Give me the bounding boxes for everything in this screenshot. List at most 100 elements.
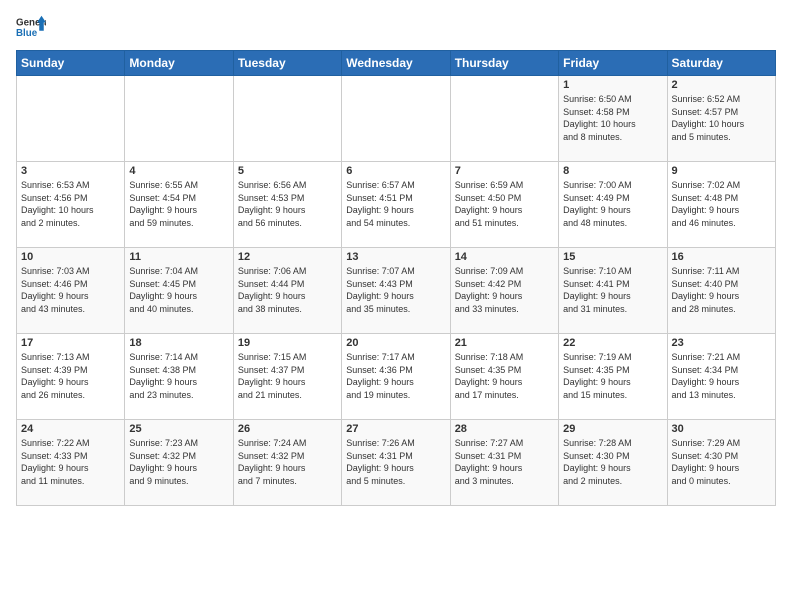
day-number: 3	[21, 165, 120, 177]
day-cell: 22 Sunrise: 7:19 AM Sunset: 4:35 PM Dayli…	[559, 334, 667, 420]
day-cell: 5 Sunrise: 6:56 AM Sunset: 4:53 PM Daylig…	[233, 162, 341, 248]
day-cell: 24 Sunrise: 7:22 AM Sunset: 4:33 PM Dayli…	[17, 420, 125, 506]
header-row: SundayMondayTuesdayWednesdayThursdayFrid…	[17, 51, 776, 76]
day-info: Sunrise: 7:29 AM Sunset: 4:30 PM Dayligh…	[672, 437, 771, 487]
day-info: Sunrise: 6:50 AM Sunset: 4:58 PM Dayligh…	[563, 93, 662, 143]
day-cell: 12 Sunrise: 7:06 AM Sunset: 4:44 PM Dayli…	[233, 248, 341, 334]
day-cell	[342, 76, 450, 162]
day-cell: 19Sunrise: 7:15 AM Sunset: 4:37 PM Dayli…	[233, 334, 341, 420]
day-info: Sunrise: 7:02 AM Sunset: 4:48 PM Dayligh…	[672, 179, 771, 229]
day-number: 9	[672, 165, 771, 177]
day-number: 28	[455, 423, 554, 435]
day-number: 8	[563, 165, 662, 177]
day-cell: 25 Sunrise: 7:23 AM Sunset: 4:32 PM Dayli…	[125, 420, 233, 506]
day-cell: 20 Sunrise: 7:17 AM Sunset: 4:36 PM Dayli…	[342, 334, 450, 420]
day-cell: 29 Sunrise: 7:28 AM Sunset: 4:30 PM Dayli…	[559, 420, 667, 506]
week-row-5: 24 Sunrise: 7:22 AM Sunset: 4:33 PM Dayli…	[17, 420, 776, 506]
day-info: Sunrise: 7:00 AM Sunset: 4:49 PM Dayligh…	[563, 179, 662, 229]
day-cell: 11 Sunrise: 7:04 AM Sunset: 4:45 PM Dayli…	[125, 248, 233, 334]
day-info: Sunrise: 7:13 AM Sunset: 4:39 PM Dayligh…	[21, 351, 120, 401]
day-cell: 18 Sunrise: 7:14 AM Sunset: 4:38 PM Dayli…	[125, 334, 233, 420]
day-info: Sunrise: 7:24 AM Sunset: 4:32 PM Dayligh…	[238, 437, 337, 487]
day-info: Sunrise: 7:23 AM Sunset: 4:32 PM Dayligh…	[129, 437, 228, 487]
day-number: 21	[455, 337, 554, 349]
day-cell: 23 Sunrise: 7:21 AM Sunset: 4:34 PM Dayli…	[667, 334, 775, 420]
day-header-thursday: Thursday	[450, 51, 558, 76]
day-number: 19	[238, 337, 337, 349]
day-number: 7	[455, 165, 554, 177]
day-number: 18	[129, 337, 228, 349]
week-row-1: 1 Sunrise: 6:50 AM Sunset: 4:58 PM Daylig…	[17, 76, 776, 162]
day-number: 16	[672, 251, 771, 263]
day-number: 23	[672, 337, 771, 349]
day-number: 20	[346, 337, 445, 349]
day-number: 1	[563, 79, 662, 91]
day-cell: 16 Sunrise: 7:11 AM Sunset: 4:40 PM Dayli…	[667, 248, 775, 334]
day-number: 22	[563, 337, 662, 349]
day-cell: 26Sunrise: 7:24 AM Sunset: 4:32 PM Dayli…	[233, 420, 341, 506]
day-info: Sunrise: 6:59 AM Sunset: 4:50 PM Dayligh…	[455, 179, 554, 229]
day-info: Sunrise: 7:28 AM Sunset: 4:30 PM Dayligh…	[563, 437, 662, 487]
day-info: Sunrise: 7:11 AM Sunset: 4:40 PM Dayligh…	[672, 265, 771, 315]
day-cell: 15Sunrise: 7:10 AM Sunset: 4:41 PM Dayli…	[559, 248, 667, 334]
day-number: 17	[21, 337, 120, 349]
header: General Blue	[16, 12, 776, 42]
day-number: 6	[346, 165, 445, 177]
day-number: 24	[21, 423, 120, 435]
day-info: Sunrise: 7:19 AM Sunset: 4:35 PM Dayligh…	[563, 351, 662, 401]
day-header-friday: Friday	[559, 51, 667, 76]
day-info: Sunrise: 7:14 AM Sunset: 4:38 PM Dayligh…	[129, 351, 228, 401]
day-header-sunday: Sunday	[17, 51, 125, 76]
day-cell	[233, 76, 341, 162]
day-info: Sunrise: 7:26 AM Sunset: 4:31 PM Dayligh…	[346, 437, 445, 487]
day-cell: 4 Sunrise: 6:55 AM Sunset: 4:54 PM Daylig…	[125, 162, 233, 248]
day-header-tuesday: Tuesday	[233, 51, 341, 76]
day-number: 13	[346, 251, 445, 263]
day-cell: 27 Sunrise: 7:26 AM Sunset: 4:31 PM Dayli…	[342, 420, 450, 506]
day-number: 2	[672, 79, 771, 91]
day-cell	[450, 76, 558, 162]
day-cell: 7 Sunrise: 6:59 AM Sunset: 4:50 PM Daylig…	[450, 162, 558, 248]
day-info: Sunrise: 7:17 AM Sunset: 4:36 PM Dayligh…	[346, 351, 445, 401]
day-info: Sunrise: 6:55 AM Sunset: 4:54 PM Dayligh…	[129, 179, 228, 229]
day-cell: 9 Sunrise: 7:02 AM Sunset: 4:48 PM Daylig…	[667, 162, 775, 248]
day-number: 11	[129, 251, 228, 263]
day-info: Sunrise: 6:53 AM Sunset: 4:56 PM Dayligh…	[21, 179, 120, 229]
logo-svg: General Blue	[16, 12, 46, 42]
day-cell	[125, 76, 233, 162]
day-info: Sunrise: 6:56 AM Sunset: 4:53 PM Dayligh…	[238, 179, 337, 229]
day-info: Sunrise: 7:21 AM Sunset: 4:34 PM Dayligh…	[672, 351, 771, 401]
day-cell: 17 Sunrise: 7:13 AM Sunset: 4:39 PM Dayli…	[17, 334, 125, 420]
day-number: 12	[238, 251, 337, 263]
day-header-saturday: Saturday	[667, 51, 775, 76]
day-info: Sunrise: 7:22 AM Sunset: 4:33 PM Dayligh…	[21, 437, 120, 487]
day-cell: 13 Sunrise: 7:07 AM Sunset: 4:43 PM Dayli…	[342, 248, 450, 334]
day-cell: 28 Sunrise: 7:27 AM Sunset: 4:31 PM Dayli…	[450, 420, 558, 506]
day-number: 10	[21, 251, 120, 263]
day-info: Sunrise: 7:03 AM Sunset: 4:46 PM Dayligh…	[21, 265, 120, 315]
day-info: Sunrise: 7:18 AM Sunset: 4:35 PM Dayligh…	[455, 351, 554, 401]
day-header-monday: Monday	[125, 51, 233, 76]
day-cell	[17, 76, 125, 162]
page: General Blue SundayMondayTuesdayWednesda…	[0, 0, 792, 612]
day-cell: 6 Sunrise: 6:57 AM Sunset: 4:51 PM Daylig…	[342, 162, 450, 248]
week-row-3: 10 Sunrise: 7:03 AM Sunset: 4:46 PM Dayli…	[17, 248, 776, 334]
week-row-2: 3 Sunrise: 6:53 AM Sunset: 4:56 PM Daylig…	[17, 162, 776, 248]
day-number: 25	[129, 423, 228, 435]
day-info: Sunrise: 7:04 AM Sunset: 4:45 PM Dayligh…	[129, 265, 228, 315]
day-number: 4	[129, 165, 228, 177]
day-info: Sunrise: 7:07 AM Sunset: 4:43 PM Dayligh…	[346, 265, 445, 315]
logo: General Blue	[16, 12, 46, 42]
calendar-table: SundayMondayTuesdayWednesdayThursdayFrid…	[16, 50, 776, 506]
day-info: Sunrise: 7:06 AM Sunset: 4:44 PM Dayligh…	[238, 265, 337, 315]
day-cell: 14Sunrise: 7:09 AM Sunset: 4:42 PM Dayli…	[450, 248, 558, 334]
day-number: 29	[563, 423, 662, 435]
day-cell: 8 Sunrise: 7:00 AM Sunset: 4:49 PM Daylig…	[559, 162, 667, 248]
day-number: 5	[238, 165, 337, 177]
day-number: 15	[563, 251, 662, 263]
day-info: Sunrise: 7:27 AM Sunset: 4:31 PM Dayligh…	[455, 437, 554, 487]
day-info: Sunrise: 6:57 AM Sunset: 4:51 PM Dayligh…	[346, 179, 445, 229]
svg-text:Blue: Blue	[16, 28, 38, 39]
week-row-4: 17 Sunrise: 7:13 AM Sunset: 4:39 PM Dayli…	[17, 334, 776, 420]
day-number: 27	[346, 423, 445, 435]
